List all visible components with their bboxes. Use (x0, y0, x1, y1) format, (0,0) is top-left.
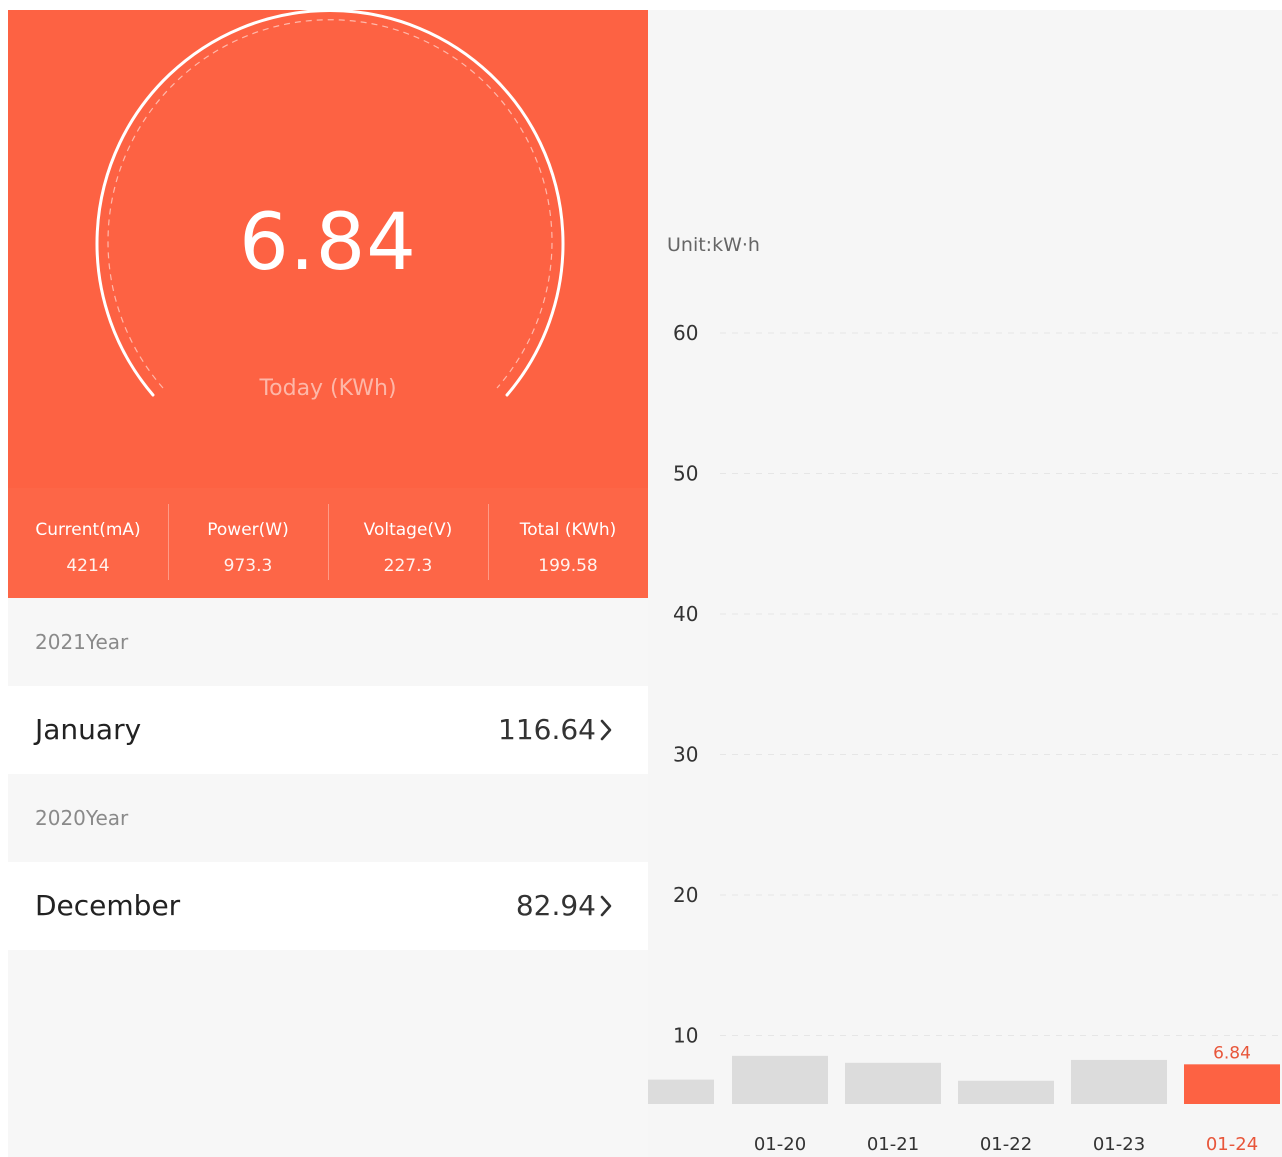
bar (1071, 1059, 1167, 1104)
x-tick-label: 01-20 (754, 1134, 806, 1155)
x-tick-label: 01-23 (1093, 1134, 1145, 1155)
stat-label: Total (KWh) (519, 520, 617, 540)
y-tick-label: 40 (673, 602, 698, 626)
month-name: December (35, 889, 181, 922)
bar (648, 1079, 714, 1104)
x-tick-label: 01-24 (1206, 1134, 1258, 1155)
month-value: 82.94 (515, 889, 596, 922)
bar (732, 1055, 828, 1104)
y-tick-label: 10 (673, 1024, 698, 1048)
x-tick-label: 01-21 (867, 1134, 919, 1155)
stat-value: 227.3 (383, 556, 433, 576)
stat-voltage: Voltage(V) 227.3 (328, 488, 488, 598)
stat-current: Current(mA) 4214 (8, 488, 168, 598)
month-name: January (35, 713, 142, 746)
today-label: Today (KWh) (259, 376, 397, 401)
bar (958, 1080, 1054, 1104)
stat-label: Current(mA) (35, 520, 141, 540)
stat-label: Power(W) (207, 520, 289, 540)
bar-chart: 60 50 40 30 20 10 01-20 01-21 01-22 01-23 01-24 6.8… (648, 321, 1282, 1155)
bar (845, 1062, 941, 1104)
stats-bar: Current(mA) 4214 Power(W) 973.3 Voltage(… (8, 488, 648, 598)
data-label: 6.84 (1213, 1043, 1251, 1063)
y-tick-label: 30 (673, 743, 698, 767)
left-panel: 6.84 Today (KWh) Current(mA) 4214 Power(… (8, 10, 648, 1157)
stat-value: 199.58 (538, 556, 598, 576)
stat-value: 4214 (66, 556, 110, 576)
chevron-right-icon (600, 719, 612, 741)
x-tick-label: 01-22 (980, 1134, 1032, 1155)
chevron-right-icon (600, 895, 612, 917)
today-usage-card: 6.84 Today (KWh) (8, 10, 648, 488)
today-value: 6.84 (239, 198, 417, 288)
month-row-january[interactable]: January 116.64 (8, 686, 648, 774)
month-value: 116.64 (498, 713, 596, 746)
month-row-december[interactable]: December 82.94 (8, 862, 648, 950)
stat-label: Voltage(V) (363, 520, 453, 540)
stat-value: 973.3 (223, 556, 273, 576)
daily-usage-chart-panel: Unit:kW·h 60 50 40 30 20 10 01-20 01-21 01-22 01-… (648, 10, 1282, 1157)
year-header-2020: 2020Year (8, 774, 648, 862)
year-header-2021: 2021Year (8, 598, 648, 686)
stat-total: Total (KWh) 199.58 (488, 488, 648, 598)
y-tick-label: 60 (673, 321, 698, 345)
stat-power: Power(W) 973.3 (168, 488, 328, 598)
y-tick-label: 20 (673, 883, 698, 907)
bar (1184, 1064, 1280, 1104)
y-tick-label: 50 (673, 462, 698, 486)
